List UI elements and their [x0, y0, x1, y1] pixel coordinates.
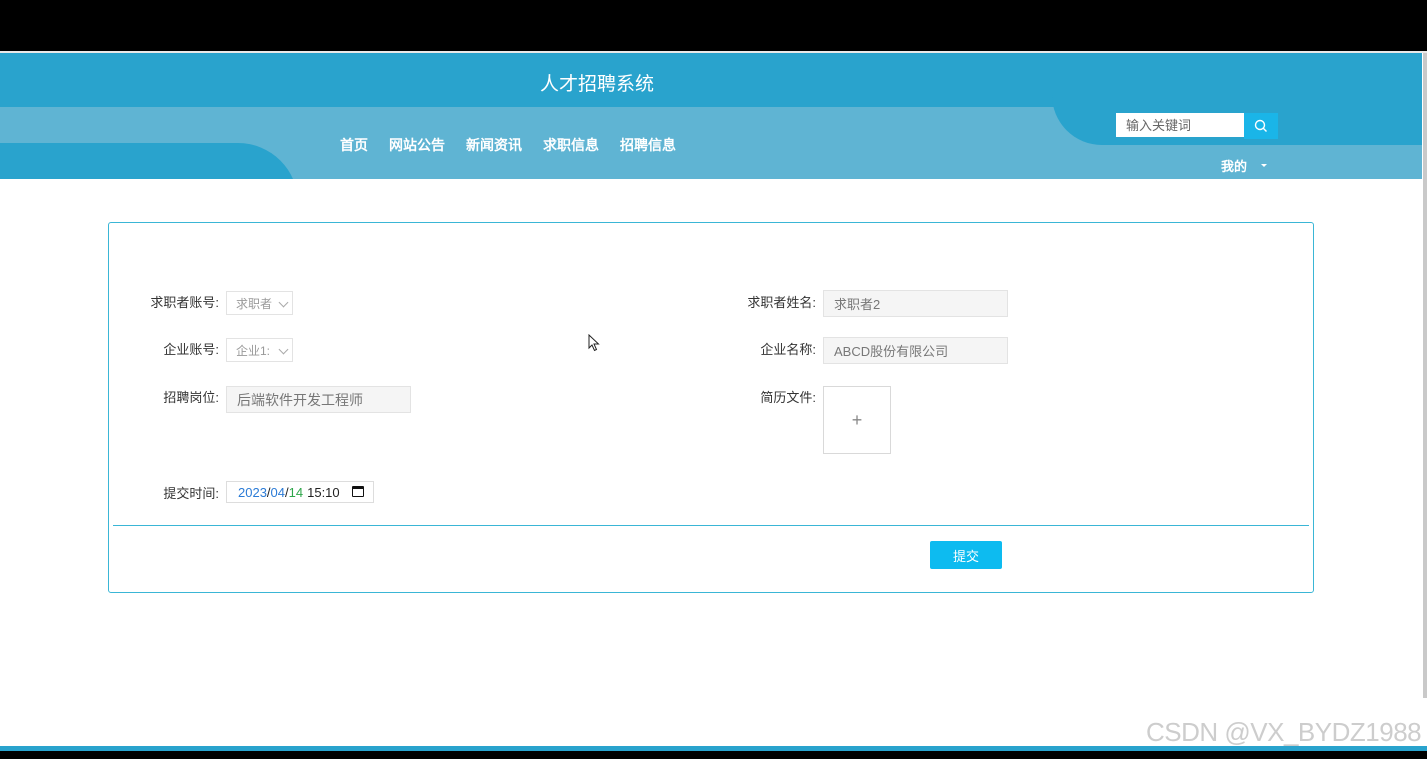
site-title: 人才招聘系统: [540, 74, 655, 95]
search-icon: [1254, 119, 1267, 132]
main-nav: 首页 网站公告 新闻资讯 求职信息 招聘信息: [340, 135, 697, 155]
seeker-name-label: 求职者姓名:: [747, 295, 816, 310]
time-value: 15:10: [307, 484, 340, 500]
position-label: 招聘岗位:: [163, 390, 219, 405]
nav-job-seeking[interactable]: 求职信息: [543, 135, 599, 155]
submit-button[interactable]: 提交: [930, 541, 1002, 569]
user-menu[interactable]: 我的: [1221, 156, 1268, 175]
calendar-icon[interactable]: [352, 486, 364, 497]
company-name-label: 企业名称:: [760, 342, 816, 357]
nav-news[interactable]: 新闻资讯: [466, 135, 522, 155]
form-divider: [113, 525, 1309, 526]
application-form: 求职者账号: 求职者 求职者姓名: 求职者2 企业账号: 企业1: 企业名称: …: [108, 222, 1314, 593]
company-account-select[interactable]: 企业1:: [226, 338, 293, 362]
search-input[interactable]: [1116, 113, 1244, 137]
black-bottom-bar: [0, 751, 1427, 759]
resume-upload[interactable]: +: [823, 386, 891, 454]
submit-time-input[interactable]: 2023/04/14 15:10: [226, 481, 374, 503]
seeker-name-field[interactable]: 求职者2: [823, 290, 1008, 317]
watermark: CSDN @VX_BYDZ1988: [1146, 717, 1422, 747]
nav-announcements[interactable]: 网站公告: [389, 135, 445, 155]
search-button[interactable]: [1244, 113, 1278, 139]
position-field[interactable]: 后端软件开发工程师: [226, 386, 411, 413]
caret-down-icon: [1261, 164, 1268, 167]
site-header: 人才招聘系统 首页 网站公告 新闻资讯 求职信息 招聘信息 我的: [0, 53, 1422, 179]
chevron-down-icon: [278, 297, 289, 308]
submit-time-label: 提交时间:: [163, 486, 219, 501]
seeker-account-label: 求职者账号:: [150, 295, 219, 310]
company-name-field[interactable]: ABCD股份有限公司: [823, 337, 1008, 364]
scrollbar[interactable]: [1423, 53, 1427, 698]
seeker-name-value: 求职者2: [834, 297, 881, 312]
user-menu-label: 我的: [1221, 159, 1248, 174]
black-top-bar: [0, 0, 1427, 51]
chevron-down-icon: [278, 344, 289, 355]
mouse-cursor-icon: [588, 334, 600, 352]
position-value: 后端软件开发工程师: [237, 391, 363, 408]
company-account-label: 企业账号:: [163, 342, 219, 357]
nav-home[interactable]: 首页: [340, 135, 368, 155]
plus-icon: +: [851, 409, 863, 430]
company-account-value: 企业1:: [236, 343, 271, 358]
seeker-account-select[interactable]: 求职者: [226, 291, 293, 315]
resume-label: 简历文件:: [760, 390, 816, 405]
company-name-value: ABCD股份有限公司: [834, 344, 949, 359]
date-month: 04: [270, 484, 286, 500]
search-bar: [1116, 113, 1278, 139]
date-year: 2023: [238, 484, 267, 500]
seeker-account-value: 求职者: [236, 296, 273, 311]
nav-recruitment[interactable]: 招聘信息: [620, 135, 676, 155]
date-day: 14: [288, 484, 304, 500]
header-wave-left: [0, 143, 298, 179]
